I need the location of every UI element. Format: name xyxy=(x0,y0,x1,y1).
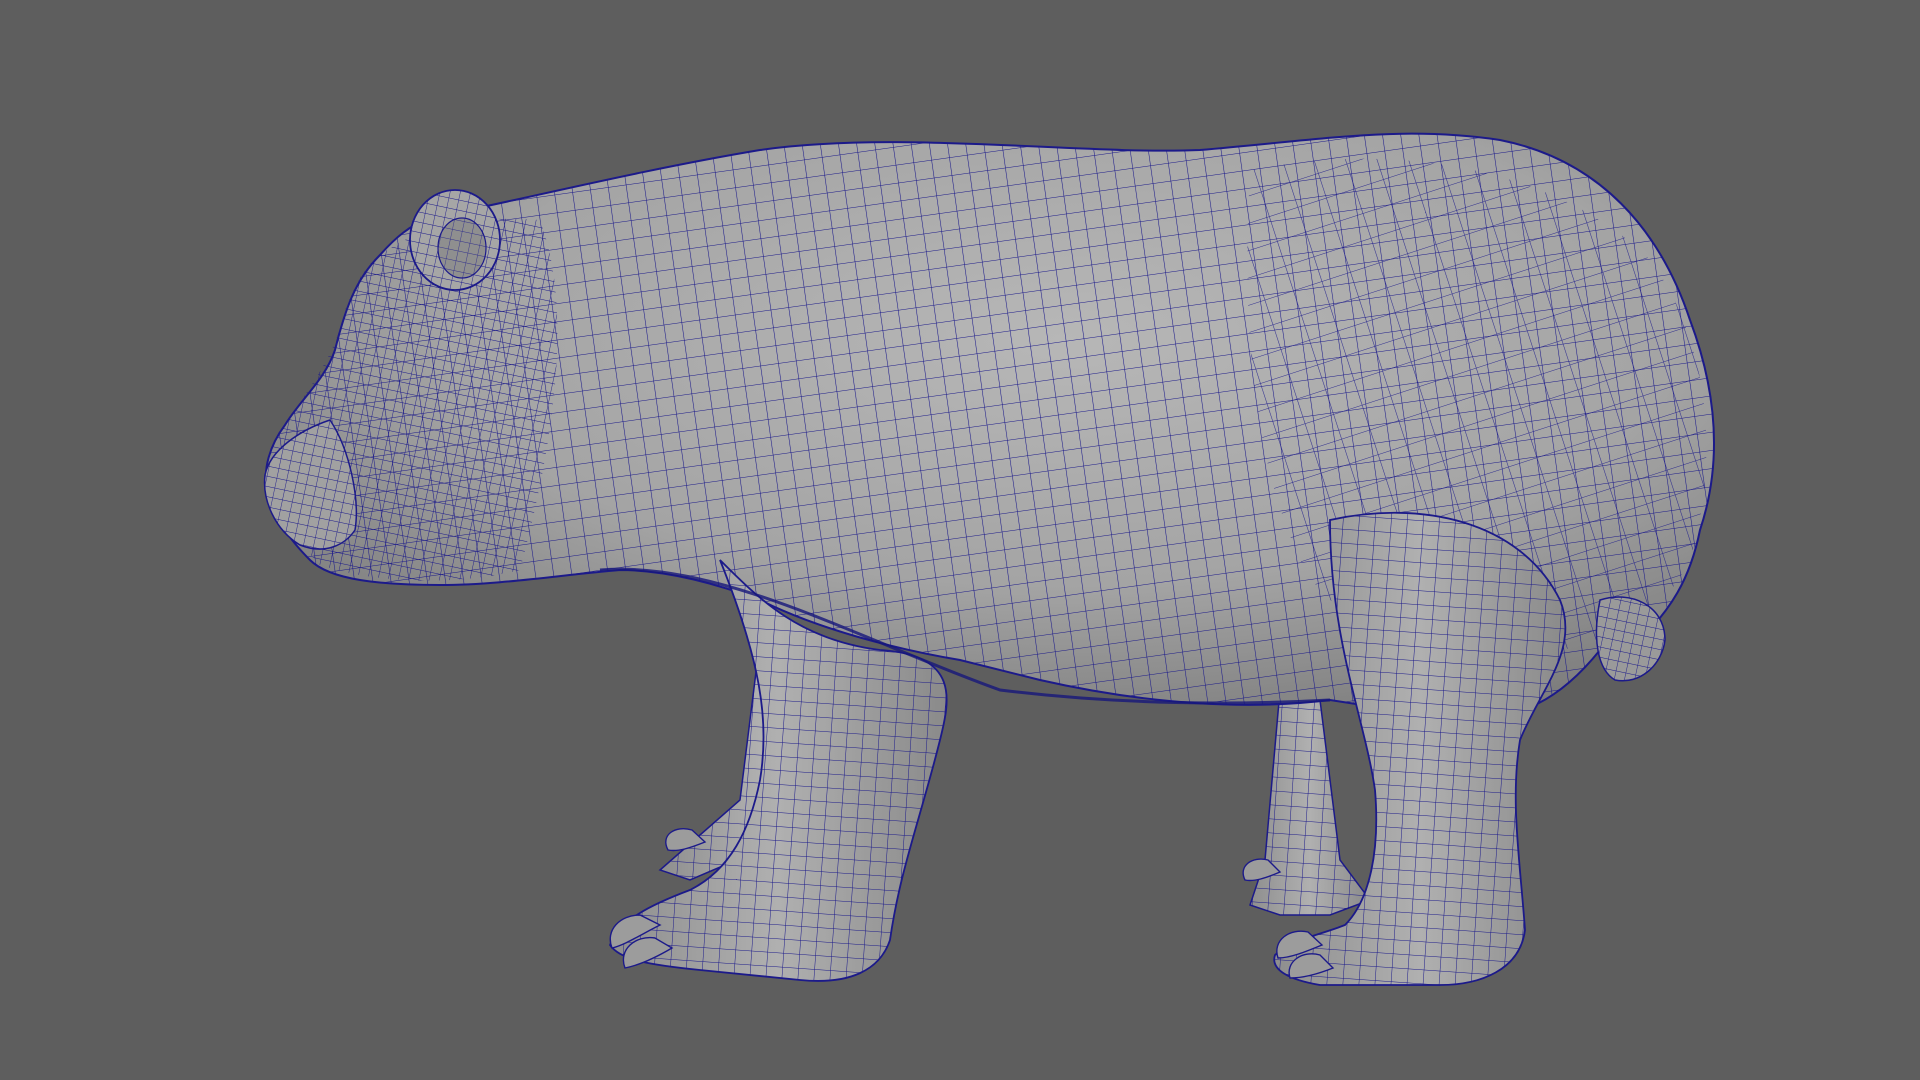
3d-viewport[interactable] xyxy=(0,0,1920,1080)
viewport-canvas[interactable] xyxy=(0,0,1920,1080)
bear-ear xyxy=(409,189,501,291)
bear-far-hind-leg xyxy=(1249,689,1372,916)
